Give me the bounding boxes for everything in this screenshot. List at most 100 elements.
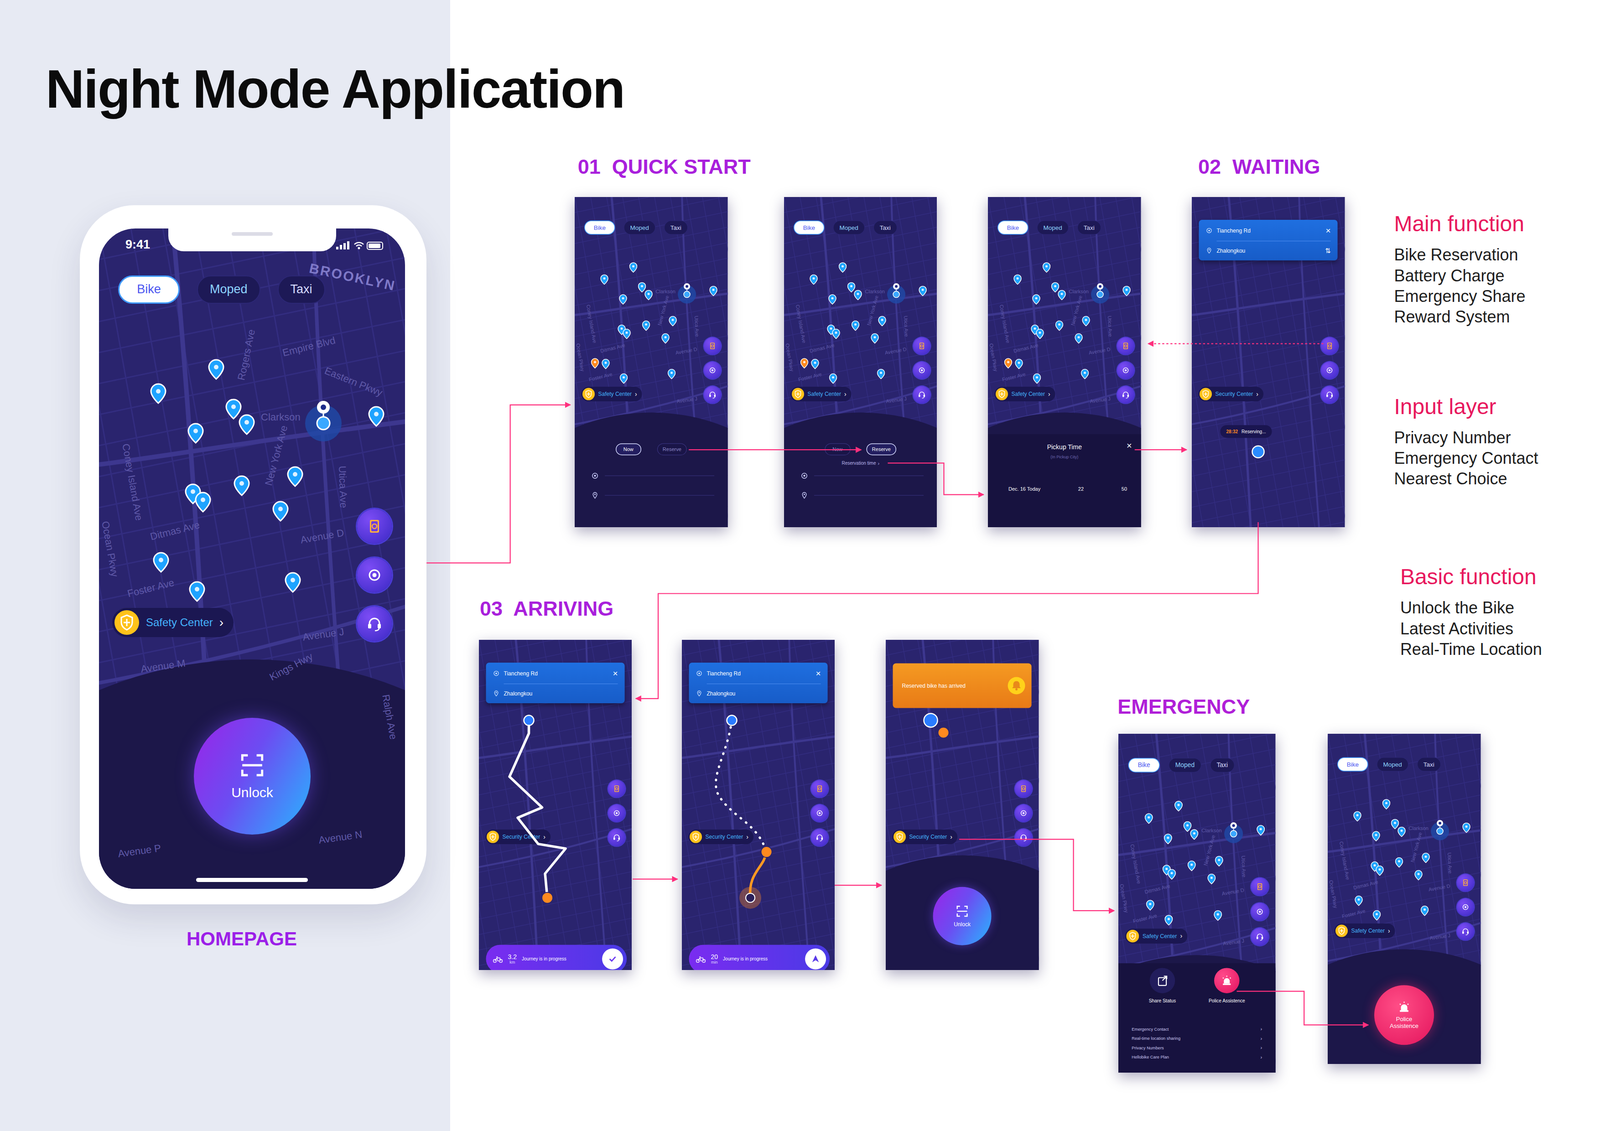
- mode-tab[interactable]: Moped: [623, 220, 655, 235]
- side-button[interactable]: [357, 557, 392, 593]
- destination-field[interactable]: Zhalongkou: [706, 690, 821, 697]
- side-buttons: [703, 337, 722, 404]
- close-button[interactable]: ×: [612, 669, 618, 678]
- mode-tab[interactable]: Taxi: [872, 220, 897, 235]
- side-button[interactable]: [1321, 361, 1339, 380]
- emergency-list-item[interactable]: Real-time location sharing›: [1132, 1035, 1263, 1041]
- side-button[interactable]: [703, 361, 722, 380]
- picker-row[interactable]: Dec. 16 Today 22 50: [1008, 486, 1128, 493]
- safety-center-button[interactable]: Safety Center›: [581, 386, 642, 402]
- journey-action-button[interactable]: [805, 948, 826, 970]
- mode-tab[interactable]: Bike: [118, 275, 180, 304]
- origin-field[interactable]: Tiancheng Rd: [503, 670, 609, 677]
- side-button[interactable]: [1456, 922, 1475, 941]
- address-input[interactable]: [800, 471, 924, 480]
- emergency-action[interactable]: Share Status: [1148, 967, 1176, 1004]
- option-pill[interactable]: Reserve: [866, 443, 897, 456]
- bike-icon: [695, 954, 706, 964]
- safety-center-button[interactable]: Safety Center›: [1334, 923, 1396, 939]
- side-button[interactable]: [1251, 927, 1269, 946]
- side-button[interactable]: [703, 337, 722, 355]
- safety-center-button[interactable]: Security Center›: [1198, 386, 1264, 402]
- safety-center-button[interactable]: Safety Center›: [1125, 928, 1188, 944]
- close-button[interactable]: ×: [1126, 441, 1133, 451]
- mode-tab[interactable]: Taxi: [1077, 220, 1102, 235]
- side-button[interactable]: [810, 828, 829, 847]
- mode-tab[interactable]: Bike: [1128, 757, 1160, 773]
- safety-center-button[interactable]: Safety Center›: [112, 607, 234, 638]
- side-button[interactable]: [913, 361, 931, 380]
- close-button[interactable]: ×: [1325, 226, 1331, 235]
- mode-tab[interactable]: Moped: [1376, 757, 1409, 772]
- side-button[interactable]: [913, 337, 931, 355]
- side-button[interactable]: [607, 804, 626, 822]
- mode-tab[interactable]: Moped: [1168, 757, 1202, 773]
- mode-tab[interactable]: Taxi: [277, 275, 326, 304]
- mode-tab[interactable]: Bike: [997, 220, 1029, 235]
- emergency-action[interactable]: Police Assistence: [1208, 967, 1246, 1004]
- unlock-button[interactable]: Unlock: [193, 717, 311, 835]
- safety-center-button[interactable]: Security Center›: [688, 829, 754, 845]
- side-button[interactable]: [913, 385, 931, 404]
- address-input[interactable]: [800, 491, 924, 499]
- side-button[interactable]: [607, 828, 626, 847]
- safety-center-button[interactable]: Safety Center›: [790, 386, 852, 402]
- swap-button[interactable]: ⇅: [1324, 247, 1331, 255]
- safety-center-button[interactable]: Security Center›: [485, 829, 551, 845]
- mode-tab[interactable]: Bike: [793, 220, 825, 235]
- reservation-time-link[interactable]: Reservation time›: [784, 460, 938, 467]
- side-button[interactable]: [810, 779, 829, 798]
- side-button[interactable]: [1014, 779, 1033, 798]
- emergency-list-item[interactable]: Privacy Numbers›: [1132, 1044, 1263, 1050]
- picker-value[interactable]: 22: [1078, 486, 1084, 493]
- close-button[interactable]: ×: [815, 669, 821, 678]
- shield-icon: [689, 830, 702, 844]
- mode-tab[interactable]: Taxi: [1210, 757, 1235, 773]
- mode-tab[interactable]: Moped: [197, 275, 261, 304]
- police-assistance-button[interactable]: Police Assistence: [1374, 985, 1434, 1045]
- mode-tab[interactable]: Taxi: [1417, 757, 1441, 772]
- address-input[interactable]: [591, 491, 715, 499]
- side-button[interactable]: [357, 509, 392, 544]
- side-button[interactable]: [607, 779, 626, 798]
- side-button[interactable]: [1251, 902, 1269, 921]
- destination-field[interactable]: Zhalongkou: [503, 690, 618, 697]
- side-button[interactable]: [1321, 337, 1339, 355]
- option-pill[interactable]: Now: [824, 443, 851, 456]
- option-pill[interactable]: Reserve: [657, 443, 687, 456]
- side-button[interactable]: [357, 606, 392, 642]
- route-row: Zhalongkou: [695, 690, 821, 697]
- unlock-button[interactable]: Unlock: [933, 886, 992, 946]
- emergency-list-item[interactable]: Emergency Contact›: [1132, 1026, 1263, 1032]
- safety-center-button[interactable]: Safety Center›: [994, 386, 1056, 402]
- destination-field[interactable]: Zhalongkou: [1216, 247, 1321, 254]
- mode-tab[interactable]: Moped: [1037, 220, 1069, 235]
- picker-value[interactable]: Dec. 16 Today: [1008, 486, 1041, 493]
- side-button[interactable]: [1321, 385, 1339, 404]
- side-button[interactable]: [1251, 877, 1269, 896]
- origin-field[interactable]: Tiancheng Rd: [1216, 227, 1322, 234]
- side-button[interactable]: [1116, 361, 1135, 380]
- mode-tab[interactable]: Moped: [832, 220, 865, 235]
- mode-tab[interactable]: Bike: [1337, 757, 1369, 772]
- picker-value[interactable]: 50: [1121, 486, 1128, 493]
- option-pill[interactable]: Now: [615, 443, 642, 456]
- side-button[interactable]: [810, 804, 829, 822]
- note-item: Bike Reservation: [1393, 245, 1526, 265]
- mode-tab[interactable]: Taxi: [664, 220, 688, 235]
- side-button[interactable]: [1456, 873, 1475, 892]
- origin-field[interactable]: Tiancheng Rd: [706, 670, 812, 677]
- side-button[interactable]: [1116, 337, 1135, 355]
- emergency-list-item[interactable]: Hellobike Care Plan›: [1132, 1054, 1263, 1060]
- safety-center-button[interactable]: Security Center›: [892, 829, 958, 845]
- side-button[interactable]: [703, 385, 722, 404]
- journey-action-button[interactable]: [602, 948, 624, 970]
- side-button[interactable]: [1116, 385, 1135, 404]
- address-input[interactable]: [591, 471, 715, 480]
- safety-center-label: Safety Center: [1142, 932, 1177, 940]
- bike-pin-icon: [1354, 895, 1363, 906]
- mode-tab[interactable]: Bike: [584, 220, 616, 235]
- side-button[interactable]: [1014, 828, 1033, 847]
- side-button[interactable]: [1456, 898, 1475, 916]
- side-button[interactable]: [1014, 804, 1033, 822]
